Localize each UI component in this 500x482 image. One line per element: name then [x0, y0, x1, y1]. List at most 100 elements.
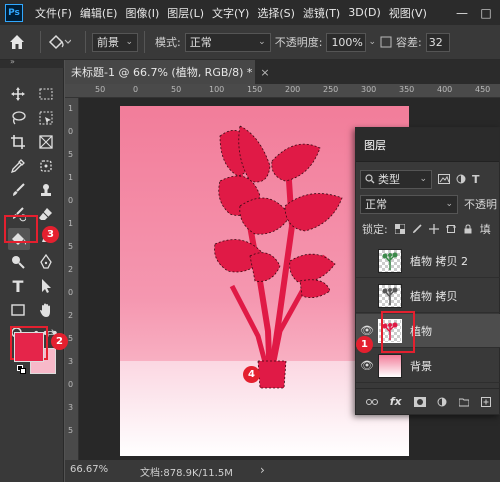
- layer-filter-row: 类型 ⌄ T: [360, 168, 497, 190]
- checkbox-icon[interactable]: [380, 36, 392, 48]
- rectangle-tool[interactable]: [8, 300, 28, 320]
- collapse-icon[interactable]: »: [10, 57, 15, 66]
- dodge-icon: [12, 256, 25, 269]
- group-folder-icon[interactable]: [459, 397, 470, 407]
- eye-icon[interactable]: 👁: [356, 359, 378, 372]
- hand-icon: [40, 303, 50, 317]
- ruler-tick-label: 350: [399, 85, 415, 94]
- ruler-tick-label: 5: [68, 334, 74, 343]
- ruler-tick-label: 2: [68, 265, 74, 274]
- layers-panel: 图层 类型 ⌄ T 正常 ⌄ 不透明 锁定: 填 植物 拷贝 2 植物 拷贝 👁…: [355, 127, 500, 415]
- adjustment-icon[interactable]: [437, 397, 447, 407]
- healing-brush-tool[interactable]: [36, 156, 56, 176]
- pen-tool[interactable]: [36, 252, 56, 272]
- lasso-tool[interactable]: [8, 108, 28, 128]
- ruler-tick-label: 1: [68, 104, 74, 113]
- opacity-dropdown-icon[interactable]: ⌄: [368, 37, 376, 47]
- chevron-down-icon: ⌄: [419, 173, 427, 184]
- eyedropper-tool[interactable]: [8, 156, 28, 176]
- rectangle-icon: [11, 304, 25, 316]
- separator: [85, 31, 86, 53]
- type-icon: T: [12, 276, 24, 296]
- ruler-tick-label: 450: [475, 85, 491, 94]
- adjustment-filter-icon[interactable]: [456, 174, 466, 184]
- photoshop-logo[interactable]: Ps: [5, 3, 23, 22]
- lasso-icon: [12, 111, 26, 125]
- mode-select[interactable]: 正常 ⌄: [184, 32, 271, 52]
- document-tab[interactable]: 未标题-1 @ 66.7% (植物, RGB/8) * ×: [65, 60, 270, 84]
- menu-select[interactable]: 选择(S): [253, 5, 299, 21]
- tool-preset-picker[interactable]: [47, 31, 79, 53]
- restore-button[interactable]: □: [476, 0, 496, 25]
- opacity-input[interactable]: 100%: [326, 32, 367, 52]
- object-selection-tool[interactable]: [36, 108, 56, 128]
- default-colors-icon[interactable]: [17, 365, 27, 375]
- menu-filter[interactable]: 滤镜(T): [299, 5, 344, 21]
- eyedropper-icon: [10, 159, 25, 174]
- path-selection-tool[interactable]: [36, 276, 56, 296]
- layer-name: 植物 拷贝 2: [410, 254, 468, 268]
- layer-row[interactable]: 植物 拷贝: [356, 279, 500, 313]
- type-tool[interactable]: T: [8, 276, 28, 296]
- lock-all-icon[interactable]: [463, 224, 473, 234]
- ruler-tick-label: 100: [209, 85, 225, 94]
- menu-edit[interactable]: 编辑(E): [76, 5, 122, 21]
- opacity-label: 不透明度:: [274, 36, 323, 49]
- stamp-icon: [41, 184, 51, 196]
- crop-tool[interactable]: [8, 132, 28, 152]
- blend-row: 正常 ⌄ 不透明: [360, 194, 497, 214]
- search-icon: [365, 174, 375, 184]
- minimize-button[interactable]: —: [452, 0, 472, 25]
- frame-icon: [39, 135, 53, 149]
- brush-tool[interactable]: [8, 180, 28, 200]
- blend-mode-select[interactable]: 正常 ⌄: [360, 194, 458, 214]
- type-filter-icon[interactable]: T: [472, 173, 480, 186]
- highlight-paint-bucket: [4, 215, 38, 243]
- link-icon[interactable]: [365, 398, 378, 406]
- ruler-tick-label: 3: [68, 403, 74, 412]
- dodge-tool[interactable]: [8, 252, 28, 272]
- callout-badge-3: 3: [42, 226, 59, 243]
- layers-panel-title[interactable]: 图层: [364, 137, 386, 153]
- zoom-level[interactable]: 66.67%: [70, 464, 108, 475]
- layer-filter-select[interactable]: 类型 ⌄: [360, 169, 432, 189]
- hand-tool[interactable]: [36, 300, 56, 320]
- menu-layer[interactable]: 图层(L): [163, 5, 208, 21]
- eraser-tool[interactable]: [36, 204, 56, 224]
- mask-icon[interactable]: [413, 396, 426, 407]
- new-layer-icon[interactable]: [481, 396, 492, 407]
- move-tool[interactable]: [8, 84, 28, 104]
- stamp-tool[interactable]: [36, 180, 56, 200]
- menu-type[interactable]: 文字(Y): [208, 5, 253, 21]
- lock-pixels-icon[interactable]: [412, 224, 422, 234]
- close-icon[interactable]: ×: [260, 66, 269, 79]
- frame-tool[interactable]: [36, 132, 56, 152]
- layer-row[interactable]: 👁 背景: [356, 349, 500, 383]
- home-button[interactable]: [0, 25, 34, 60]
- eye-icon[interactable]: 👁: [356, 324, 378, 337]
- image-filter-icon[interactable]: [438, 174, 450, 184]
- menu-file[interactable]: 文件(F): [31, 5, 76, 21]
- tolerance-input[interactable]: 32: [425, 32, 450, 52]
- object-select-icon: [39, 111, 53, 125]
- menu-bar: Ps 文件(F) 编辑(E) 图像(I) 图层(L) 文字(Y) 选择(S) 滤…: [0, 0, 500, 25]
- lock-transparency-icon[interactable]: [394, 224, 405, 234]
- layer-row-selected[interactable]: 👁 植物: [356, 314, 500, 348]
- fill-source-select[interactable]: 前景 ⌄: [92, 32, 138, 52]
- menu-view[interactable]: 视图(V): [385, 5, 431, 21]
- tools-panel: » T ••• ⇄: [0, 57, 64, 482]
- lock-position-icon[interactable]: [428, 224, 439, 234]
- menu-3d[interactable]: 3D(D): [344, 6, 385, 19]
- lock-row: 锁定: 填: [362, 220, 499, 238]
- foreground-color-swatch[interactable]: [14, 332, 44, 362]
- ruler-tick-label: 50: [171, 85, 182, 94]
- ruler-tick-label: 0: [68, 288, 74, 297]
- status-menu-arrow[interactable]: ›: [260, 463, 265, 477]
- lock-artboard-icon[interactable]: [445, 224, 456, 234]
- menu-image[interactable]: 图像(I): [121, 5, 163, 21]
- ruler-tick-label: 0: [133, 85, 139, 94]
- horizontal-ruler: 50 0 50 100 150 200 250 300 350 400 450: [65, 84, 500, 98]
- marquee-tool[interactable]: [36, 84, 56, 104]
- fx-icon[interactable]: fx: [390, 395, 402, 408]
- layer-row[interactable]: 植物 拷贝 2: [356, 244, 500, 278]
